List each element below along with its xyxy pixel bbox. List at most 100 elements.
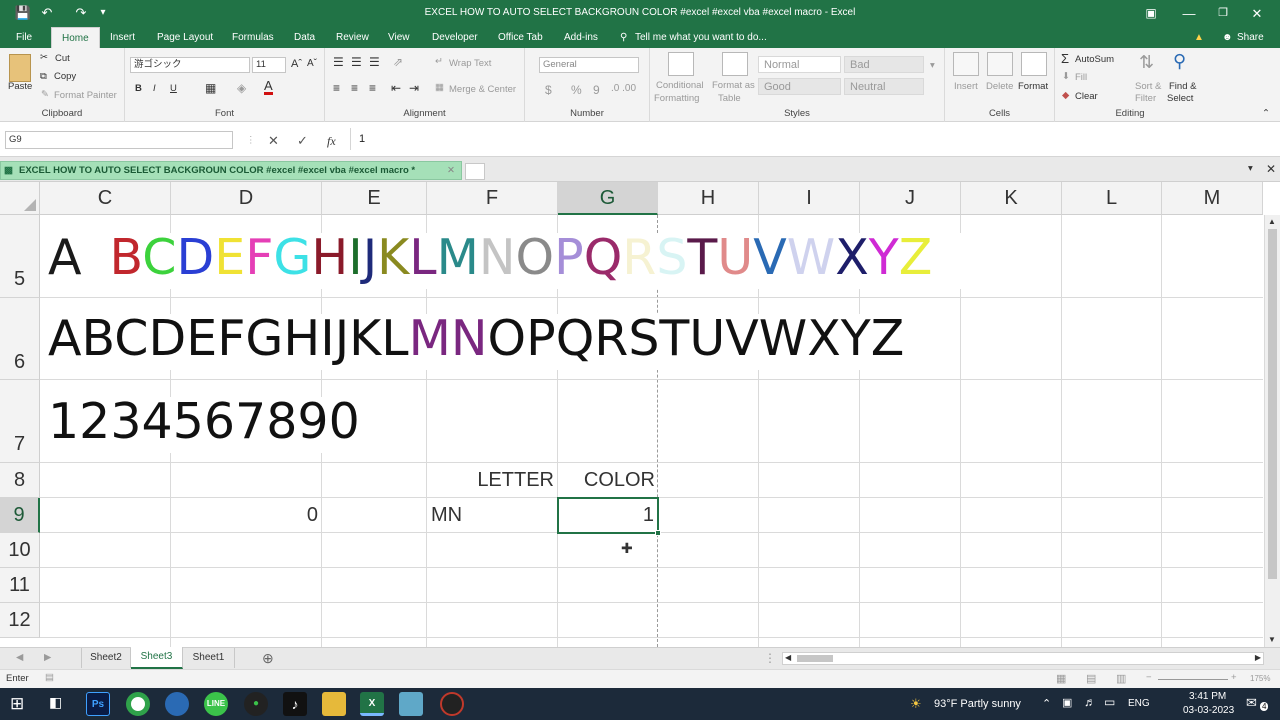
tab-developer[interactable]: Developer — [432, 27, 478, 48]
tab-list-icon[interactable]: ▾ — [1248, 163, 1253, 174]
tab-file[interactable]: File — [16, 27, 32, 48]
collapse-ribbon-icon[interactable]: ⌃ — [1262, 108, 1270, 119]
cancel-entry-icon[interactable]: ✕ — [268, 133, 279, 149]
currency-button[interactable]: $ — [545, 83, 552, 97]
prev-sheet-icon[interactable]: ◀ — [16, 652, 23, 663]
macro-record-icon[interactable]: ▤ — [45, 672, 54, 683]
sheet-tab-sheet1[interactable]: Sheet1 — [183, 648, 235, 668]
borders-icon[interactable]: ▦ — [205, 81, 216, 95]
column-header-e[interactable]: E — [322, 182, 427, 215]
column-header-m[interactable]: M — [1162, 182, 1263, 215]
page-break-view-icon[interactable]: ▥ — [1116, 672, 1126, 685]
font-name-box[interactable]: 游ゴシック — [130, 57, 250, 73]
column-header-j[interactable]: J — [860, 182, 961, 215]
sheet-tab-sheet2[interactable]: Sheet2 — [81, 648, 131, 668]
format-as-table-button[interactable]: Format as — [712, 80, 755, 91]
browser-icon[interactable] — [165, 692, 189, 716]
notification-icon[interactable]: ✉ — [1246, 695, 1257, 711]
fill-color-icon[interactable]: ◈ — [237, 81, 246, 95]
align-right-icon[interactable]: ≡ — [369, 81, 376, 95]
top-align-icon[interactable]: ☰ — [333, 55, 344, 69]
chrome-icon[interactable] — [126, 692, 150, 716]
clock-date[interactable]: 03-03-2023 — [1183, 705, 1234, 716]
find-select-button-line2[interactable]: Select — [1167, 93, 1193, 104]
sheet-bar-splitter-icon[interactable]: ⋮ — [764, 651, 776, 665]
format-cells-button[interactable]: Format — [1018, 81, 1048, 92]
horizontal-scrollbar[interactable]: ◀ ▶ — [782, 652, 1264, 665]
line-app-icon[interactable]: LINE — [204, 692, 228, 716]
increase-indent-icon[interactable]: ⇥ — [409, 81, 419, 95]
column-header-i[interactable]: I — [759, 182, 860, 215]
redo-icon[interactable]: ↷ — [72, 4, 90, 22]
customize-toolbar-icon[interactable]: ▾ — [94, 4, 112, 22]
zoom-level[interactable]: 175% — [1250, 674, 1270, 683]
insert-function-button[interactable]: fx — [327, 134, 336, 149]
italic-button[interactable]: I — [153, 83, 156, 94]
tab-home[interactable]: Home — [51, 27, 100, 48]
row-header-7[interactable]: 7 — [0, 380, 40, 463]
column-header-f[interactable]: F — [427, 182, 558, 215]
row-header-8[interactable]: 8 — [0, 463, 40, 498]
windows-start-icon[interactable]: ⊞ — [10, 694, 24, 714]
tab-page-layout[interactable]: Page Layout — [157, 27, 213, 48]
align-center-icon[interactable]: ≡ — [351, 81, 358, 95]
row-header-9[interactable]: 9 — [0, 498, 40, 533]
sheet-tab-sheet3[interactable]: Sheet3 — [131, 647, 183, 669]
undo-icon[interactable]: ↶ — [38, 4, 56, 22]
column-header-k[interactable]: K — [961, 182, 1062, 215]
insert-cells-button[interactable]: Insert — [954, 81, 978, 92]
page-layout-view-icon[interactable]: ▤ — [1086, 672, 1096, 685]
fill-handle[interactable] — [655, 530, 661, 536]
clear-button[interactable]: Clear — [1075, 91, 1098, 102]
scroll-down-icon[interactable]: ▼ — [1268, 635, 1276, 644]
file-explorer-icon[interactable] — [322, 692, 346, 716]
battery-icon[interactable]: ▭ — [1104, 695, 1115, 709]
recorder-icon[interactable] — [440, 692, 464, 716]
conditional-formatting-button[interactable]: Conditional — [656, 80, 704, 91]
column-header-l[interactable]: L — [1062, 182, 1162, 215]
warning-icon[interactable]: ▲ — [1194, 27, 1204, 48]
row-header-6[interactable]: 6 — [0, 298, 40, 380]
weather-text[interactable]: 93°F Partly sunny — [934, 698, 1021, 710]
app-icon[interactable] — [399, 692, 423, 716]
align-left-icon[interactable]: ≡ — [333, 81, 340, 95]
delete-cells-button[interactable]: Delete — [986, 81, 1013, 92]
underline-button[interactable]: U — [170, 83, 177, 94]
next-sheet-icon[interactable]: ▶ — [44, 652, 51, 663]
close-button[interactable]: ✕ — [1234, 0, 1280, 27]
ribbon-display-icon[interactable]: ▣ — [1142, 4, 1160, 22]
comma-button[interactable]: 9 — [593, 83, 600, 97]
task-view-icon[interactable]: ◧ — [49, 694, 62, 711]
style-normal[interactable]: Normal — [758, 56, 841, 73]
styles-more-icon[interactable]: ▾ — [930, 60, 935, 71]
network-icon[interactable]: ▣ — [1062, 696, 1072, 709]
tab-insert[interactable]: Insert — [110, 27, 135, 48]
sort-filter-button[interactable]: Sort & — [1135, 81, 1161, 92]
font-color-button[interactable]: A — [264, 79, 273, 95]
shrink-font-icon[interactable]: Aˇ — [307, 58, 317, 69]
paste-button[interactable]: Paste — [8, 81, 32, 92]
active-cell-g9[interactable]: 1 — [557, 497, 661, 536]
column-header-g[interactable]: G — [558, 182, 658, 215]
style-bad[interactable]: Bad — [844, 56, 924, 73]
vertical-scrollbar[interactable]: ▲ ▼ — [1264, 215, 1280, 647]
style-good[interactable]: Good — [758, 78, 841, 95]
save-icon[interactable]: 💾 — [14, 4, 32, 22]
scroll-right-icon[interactable]: ▶ — [1255, 653, 1261, 662]
tab-add-ins[interactable]: Add-ins — [564, 27, 598, 48]
font-size-box[interactable]: 11 — [252, 57, 286, 73]
middle-align-icon[interactable]: ☰ — [351, 55, 362, 69]
share-button[interactable]: Share — [1237, 27, 1264, 48]
scroll-up-icon[interactable]: ▲ — [1268, 217, 1276, 226]
new-tab-button[interactable] — [465, 163, 485, 180]
volume-icon[interactable]: ♬ — [1084, 695, 1096, 709]
chrome-profile-icon[interactable]: ● — [244, 692, 268, 716]
zoom-in-icon[interactable]: + — [1231, 672, 1237, 683]
decimal-icon[interactable]: .0 .00 — [611, 83, 636, 94]
bold-button[interactable]: B — [135, 83, 142, 94]
input-language[interactable]: ENG — [1128, 698, 1150, 709]
scroll-left-icon[interactable]: ◀ — [785, 653, 791, 662]
column-header-h[interactable]: H — [658, 182, 759, 215]
horizontal-scroll-thumb[interactable] — [797, 655, 833, 662]
row-header-10[interactable]: 10 — [0, 533, 40, 568]
